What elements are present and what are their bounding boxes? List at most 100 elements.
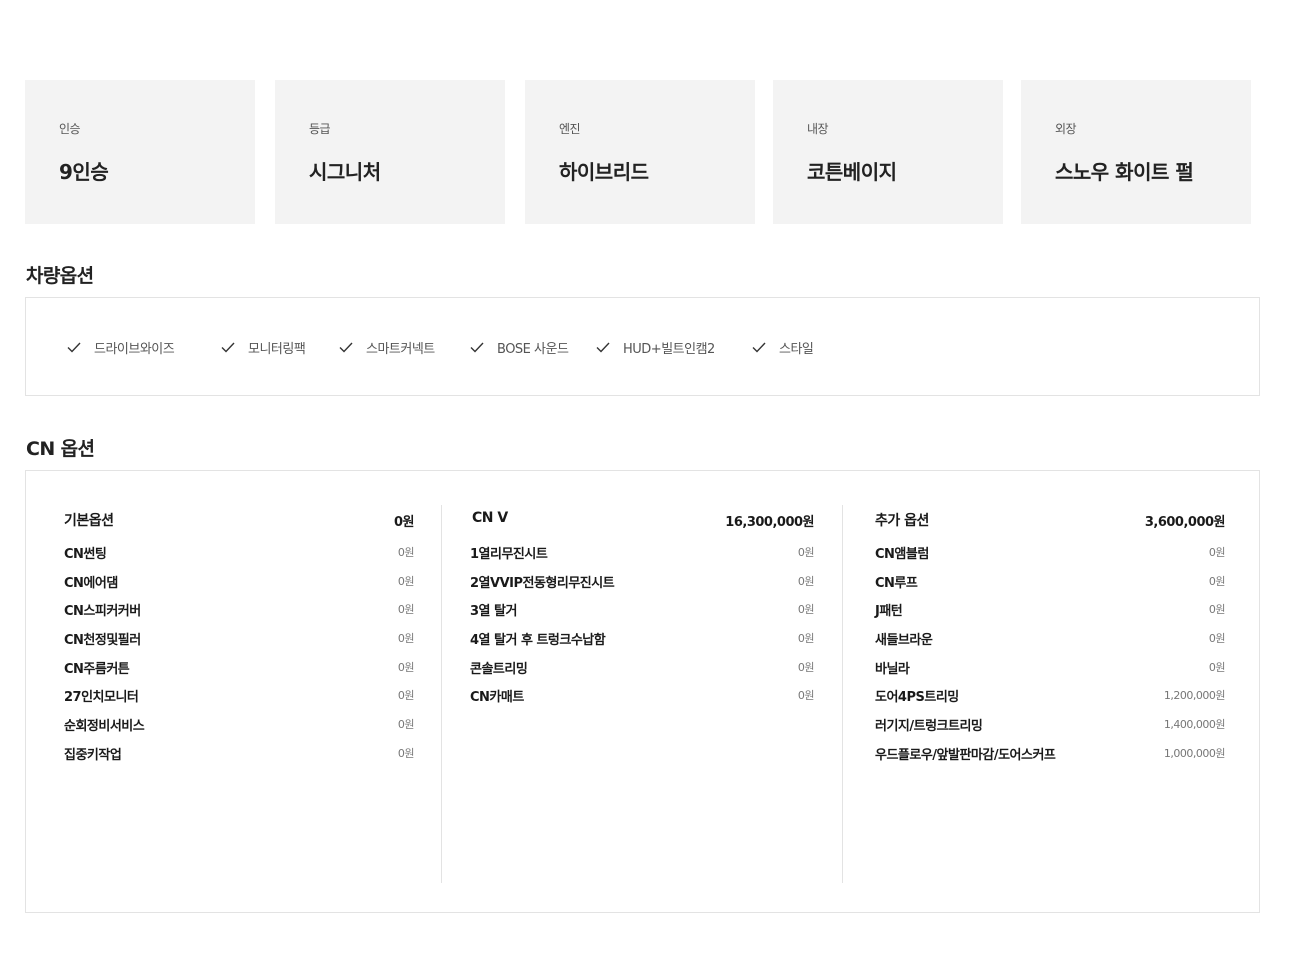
option-row: CN스피커커버 0원	[64, 600, 415, 629]
option-price: 0원	[397, 689, 415, 703]
column-price: 0원	[393, 515, 415, 530]
spec-label: 외장	[1055, 122, 1077, 136]
option-name: 3열 탈거	[470, 604, 517, 620]
option-price: 0원	[1208, 574, 1226, 588]
option-row: CN카매트 0원	[470, 686, 815, 715]
option-row: 러기지/트렁크트리밍 1,400,000원	[875, 715, 1226, 744]
option-price: 0원	[797, 546, 815, 559]
check-icon	[67, 342, 81, 353]
option-row: CN루프 0원	[875, 572, 1226, 601]
option-item: 모니터링팩	[220, 338, 306, 357]
option-name: 러기지/트렁크트리밍	[875, 719, 983, 735]
option-name: CN주름커튼	[64, 661, 130, 677]
option-name: 집중키작업	[64, 747, 122, 763]
cn-column-cnv: CN V 16,300,000원 1열리무진시트 0원 2열VVIP전동형리무진시…	[470, 507, 815, 715]
column-divider	[842, 505, 843, 883]
option-price: 0원	[397, 632, 415, 646]
column-header: CN V 16,300,000원	[470, 507, 814, 531]
option-row: CN에어댐 0원	[64, 572, 415, 601]
option-row: 바닐라 0원	[875, 658, 1226, 687]
option-name: 바닐라	[875, 661, 910, 677]
option-name: 새들브라운	[875, 633, 933, 649]
vehicle-options-title: 차량옵션	[26, 265, 94, 287]
option-price: 0원	[397, 660, 415, 674]
option-price: 0원	[1208, 660, 1226, 674]
spec-value: 9인승	[59, 160, 109, 184]
check-icon	[339, 342, 353, 353]
check-icon	[596, 342, 610, 353]
option-price: 0원	[797, 603, 815, 617]
option-name: CN스피커커버	[64, 604, 141, 620]
option-name: 2열VVIP전동형리무진시트	[470, 575, 615, 591]
option-row: 순회정비서비스 0원	[64, 715, 415, 744]
option-name: CN카매트	[470, 690, 524, 706]
option-label: 모니터링팩	[248, 341, 306, 357]
spec-card-grade: 등급 시그니처	[275, 80, 505, 224]
option-price: 1,400,000원	[1163, 718, 1226, 732]
check-icon	[752, 342, 766, 353]
option-name: 1열리무진시트	[470, 547, 548, 562]
option-row: 1열리무진시트 0원	[470, 543, 815, 572]
option-price: 0원	[797, 689, 815, 703]
spec-label: 엔진	[559, 122, 581, 136]
cn-column-extra: 추가 옵션 3,600,000원 CN앰블럼 0원 CN루프 0원 J패턴 0원 새들…	[875, 507, 1226, 773]
column-divider	[441, 505, 442, 883]
option-name: CN루프	[875, 575, 918, 591]
option-list: CN썬팅 0원 CN에어댐 0원 CN스피커커버 0원 CN천정및필러 0원 CN주름커…	[64, 543, 415, 773]
option-list: 1열리무진시트 0원 2열VVIP전동형리무진시트 0원 3열 탈거 0원 4열 탈거…	[470, 543, 815, 715]
column-price: 16,300,000원	[725, 515, 814, 530]
option-price: 0원	[397, 746, 415, 760]
spec-card-engine: 엔진 하이브리드	[525, 80, 755, 224]
check-icon	[470, 342, 484, 353]
option-list: CN앰블럼 0원 CN루프 0원 J패턴 0원 새들브라운 0원 바닐라 0원 도어4PS…	[875, 543, 1226, 773]
option-item: 드라이브와이즈	[66, 338, 175, 357]
spec-card-exterior: 외장 스노우 화이트 펄	[1021, 80, 1251, 224]
column-title: CN V	[472, 510, 508, 526]
option-price: 0원	[397, 718, 415, 732]
option-row: J패턴 0원	[875, 600, 1226, 629]
cn-options-box: 기본옵션 0원 CN썬팅 0원 CN에어댐 0원 CN스피커커버 0원 CN천정및필러…	[25, 470, 1260, 913]
option-row: 콘솔트리밍 0원	[470, 658, 815, 687]
option-row: 집중키작업 0원	[64, 744, 415, 773]
spec-label: 인승	[59, 122, 81, 136]
spec-card-interior: 내장 코튼베이지	[773, 80, 1003, 224]
option-row: CN앰블럼 0원	[875, 543, 1226, 572]
column-price: 3,600,000원	[1144, 515, 1226, 530]
option-name: CN천정및필러	[64, 633, 141, 649]
option-price: 0원	[397, 603, 415, 617]
cn-options-title: CN 옵션	[26, 438, 95, 460]
option-row: 우드플로우/앞발판마감/도어스커프 1,000,000원	[875, 744, 1226, 773]
option-label: HUD+빌트인캠2	[623, 341, 715, 357]
spec-label: 등급	[309, 122, 331, 136]
cn-column-basic: 기본옵션 0원 CN썬팅 0원 CN에어댐 0원 CN스피커커버 0원 CN천정및필러…	[64, 507, 415, 773]
option-price: 0원	[1208, 603, 1226, 617]
option-row: 27인치모니터 0원	[64, 686, 415, 715]
option-item: 스타일	[751, 338, 814, 357]
option-price: 0원	[797, 574, 815, 588]
column-header: 추가 옵션 3,600,000원	[875, 507, 1226, 531]
option-item: BOSE 사운드	[469, 338, 569, 357]
spec-value: 스노우 화이트 펄	[1055, 160, 1194, 184]
option-price: 1,000,000원	[1163, 746, 1226, 760]
option-price: 0원	[797, 660, 815, 674]
option-price: 1,200,000원	[1163, 689, 1226, 703]
option-row: 2열VVIP전동형리무진시트 0원	[470, 572, 815, 601]
option-price: 0원	[397, 574, 415, 588]
option-row: 3열 탈거 0원	[470, 600, 815, 629]
option-price: 0원	[397, 546, 415, 559]
spec-value: 시그니처	[309, 160, 381, 184]
option-item: 스마트커넥트	[338, 338, 435, 357]
spec-value: 하이브리드	[559, 160, 649, 184]
column-title: 기본옵션	[64, 513, 114, 529]
option-row: 새들브라운 0원	[875, 629, 1226, 658]
option-row: CN주름커튼 0원	[64, 658, 415, 687]
option-name: 4열 탈거 후 트렁크수납함	[470, 633, 606, 649]
option-name: J패턴	[875, 604, 903, 620]
spec-card-seats: 인승 9인승	[25, 80, 255, 224]
option-price: 0원	[797, 632, 815, 646]
option-name: 도어4PS트리밍	[875, 690, 959, 706]
spec-label: 내장	[807, 122, 829, 136]
option-row: CN썬팅 0원	[64, 543, 415, 572]
option-price: 0원	[1208, 546, 1226, 559]
option-name: CN에어댐	[64, 575, 118, 591]
